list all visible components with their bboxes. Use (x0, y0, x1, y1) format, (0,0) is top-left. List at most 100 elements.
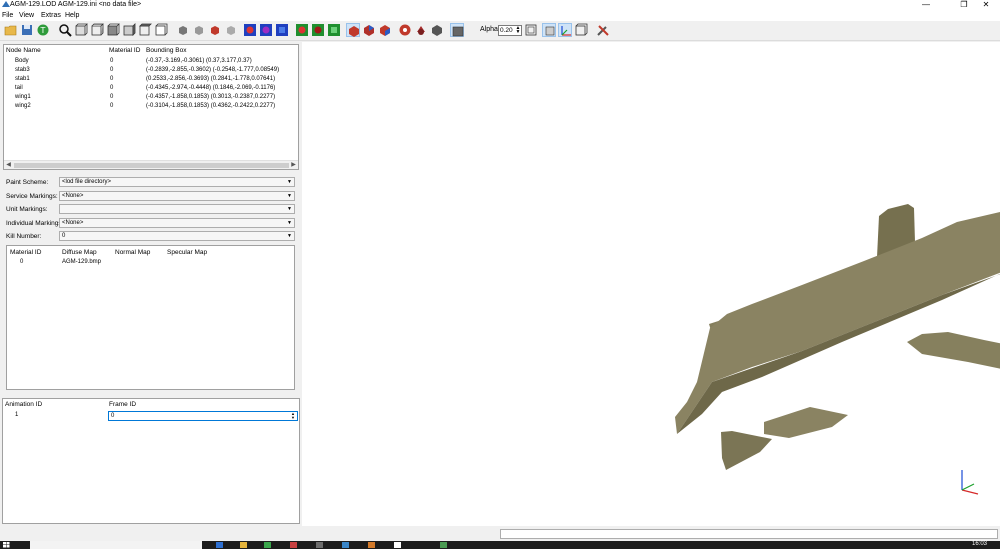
table-row[interactable]: Body (15, 58, 29, 64)
material-red-1-icon[interactable] (346, 23, 360, 37)
texture-dark-icon[interactable] (398, 23, 412, 37)
close-button[interactable]: ✕ (972, 0, 1000, 10)
alpha-spinner[interactable]: ▲ ▼ (515, 26, 521, 35)
alpha-label: Alpha: (480, 26, 500, 33)
scroll-right-icon[interactable]: ▶ (289, 161, 298, 170)
bbox-icon[interactable] (524, 23, 538, 37)
col-frame-id[interactable]: Frame ID (109, 401, 136, 408)
y-axis-icon (961, 483, 975, 491)
light-green-1-icon[interactable] (295, 23, 309, 37)
view-bottom-icon[interactable] (154, 23, 168, 37)
light-green-3-icon[interactable] (327, 23, 341, 37)
col-node-name[interactable]: Node Name (6, 47, 41, 54)
shade-gouraud-icon[interactable] (192, 23, 206, 37)
save-icon[interactable] (20, 23, 34, 37)
taskbar-app-icon[interactable] (368, 542, 375, 548)
frame-id-spinner[interactable]: ▲ ▼ (290, 412, 296, 420)
paint-scheme-select[interactable]: <lod file directory> ▼ (59, 177, 295, 187)
ventral-fin (721, 431, 772, 470)
table-cell: 0 (110, 94, 114, 100)
view-front-icon[interactable] (74, 23, 88, 37)
material-list[interactable]: Material ID Diffuse Map Normal Map Specu… (6, 245, 295, 390)
col-material-id[interactable]: Material ID (10, 249, 41, 256)
list-item[interactable]: 0 (20, 259, 23, 265)
paint-scheme-value: <lod file directory> (62, 179, 112, 185)
col-animation-id[interactable]: Animation ID (5, 401, 42, 408)
table-row[interactable]: stab1 (15, 76, 30, 82)
col-material-id[interactable]: Material ID (109, 47, 140, 54)
taskbar-app-icon[interactable] (394, 542, 401, 548)
taskbar-app-icon[interactable] (342, 542, 349, 548)
table-row[interactable]: wing1 (15, 94, 31, 100)
grid-icon[interactable] (574, 23, 588, 37)
taskbar-app-icon[interactable] (290, 542, 297, 548)
horizontal-scrollbar[interactable]: ◀ ▶ (4, 160, 298, 169)
material-red-2-icon[interactable] (362, 23, 376, 37)
shade-grey-icon[interactable] (224, 23, 238, 37)
menu-file[interactable]: File (2, 12, 13, 19)
menu-help[interactable]: Help (65, 12, 79, 19)
texture-icon[interactable]: T (36, 23, 50, 37)
texture-red-icon[interactable] (378, 23, 392, 37)
view-top-icon[interactable] (138, 23, 152, 37)
menu-view[interactable]: View (19, 12, 34, 19)
table-row[interactable]: stab3 (15, 67, 30, 73)
node-list[interactable]: Node Name Material ID Bounding Box Body … (3, 44, 299, 170)
clock[interactable]: 16:03 (972, 541, 987, 547)
table-row[interactable]: tail (15, 85, 23, 91)
start-icon[interactable] (3, 542, 10, 548)
alpha-box-icon[interactable] (450, 23, 464, 37)
service-markings-value: <None> (62, 193, 84, 199)
open-icon[interactable] (4, 23, 18, 37)
minimize-button[interactable]: — (912, 0, 940, 10)
individual-markings-select[interactable]: <None> ▼ (59, 218, 295, 228)
table-cell: 0 (110, 58, 114, 64)
unit-markings-select[interactable]: ▼ (59, 204, 295, 214)
chevron-down-icon: ▼ (287, 206, 292, 212)
table-row[interactable]: wing2 (15, 103, 31, 109)
shade-red-icon[interactable] (208, 23, 222, 37)
col-specular-map[interactable]: Specular Map (167, 249, 207, 256)
taskbar-app-icon[interactable] (240, 542, 247, 548)
shade-flat-icon[interactable] (176, 23, 190, 37)
table-cell: 0 (110, 85, 114, 91)
kill-number-select[interactable]: 0 ▼ (59, 231, 295, 241)
menu-extras[interactable]: Extras (41, 12, 61, 19)
table-cell: (-0.37,-3.169,-0.3061) (0.37,3.177,0.37) (146, 58, 252, 64)
col-normal-map[interactable]: Normal Map (115, 249, 150, 256)
animation-list[interactable]: Animation ID Frame ID 1 0 ▲ ▼ (2, 398, 300, 524)
normals-icon[interactable] (542, 23, 556, 37)
table-cell: 0 (110, 67, 114, 73)
taskbar-app-icon[interactable] (316, 542, 323, 548)
animation-id-cell[interactable]: 1 (15, 412, 18, 418)
app-icon (2, 1, 10, 7)
col-bounding-box[interactable]: Bounding Box (146, 47, 186, 54)
light-blue-1-icon[interactable] (243, 23, 257, 37)
frame-id-input[interactable]: 0 ▲ ▼ (108, 411, 298, 421)
box-icon[interactable] (430, 23, 444, 37)
axes-icon[interactable] (558, 23, 572, 37)
wing (907, 332, 1000, 369)
taskbar-search[interactable] (30, 541, 202, 549)
table-cell: (-0.2839,-2.855,-0.3602) (-0.2548,-1.777… (146, 67, 280, 73)
chevron-down-icon: ▼ (287, 233, 292, 239)
3d-viewport[interactable] (302, 42, 1000, 526)
zoom-icon[interactable] (58, 23, 72, 37)
scroll-left-icon[interactable]: ◀ (4, 161, 13, 170)
tools-icon[interactable] (596, 23, 610, 37)
table-cell: 0 (110, 103, 114, 109)
view-back-icon[interactable] (90, 23, 104, 37)
view-right-icon[interactable] (122, 23, 136, 37)
table-cell: (-0.4345,-2.974,-0.4448) (0.1846,-2.069,… (146, 85, 276, 91)
taskbar-app-icon[interactable] (264, 542, 271, 548)
view-left-icon[interactable] (106, 23, 120, 37)
light-green-2-icon[interactable] (311, 23, 325, 37)
light-blue-2-icon[interactable] (259, 23, 273, 37)
scroll-thumb[interactable] (14, 163, 289, 168)
texture-grey-icon[interactable] (414, 23, 428, 37)
light-blue-3-icon[interactable] (275, 23, 289, 37)
service-markings-select[interactable]: <None> ▼ (59, 191, 295, 201)
col-diffuse-map[interactable]: Diffuse Map (62, 249, 97, 256)
taskbar-app-icon[interactable] (440, 542, 447, 548)
taskbar-app-icon[interactable] (216, 542, 223, 548)
